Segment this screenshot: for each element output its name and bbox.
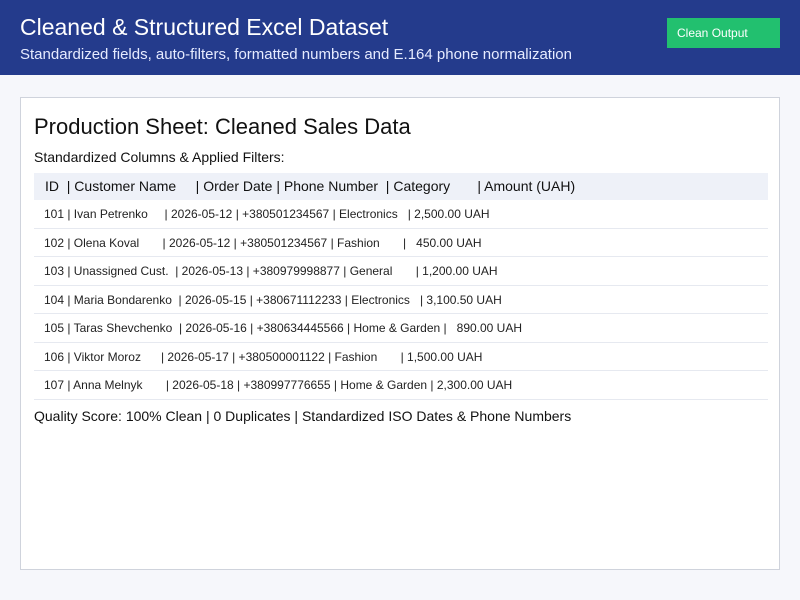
page-subtitle: Standardized fields, auto-filters, forma… (20, 46, 572, 63)
columns-caption: Standardized Columns & Applied Filters: (34, 149, 285, 165)
table-header-row: ID | Customer Name | Order Date | Phone … (34, 173, 768, 200)
table-row[interactable]: 103 | Unassigned Cust. | 2026-05-13 | +3… (34, 257, 768, 286)
table-row[interactable]: 107 | Anna Melnyk | 2026-05-18 | +380997… (34, 371, 768, 400)
data-table: ID | Customer Name | Order Date | Phone … (34, 173, 768, 400)
quality-summary: Quality Score: 100% Clean | 0 Duplicates… (34, 408, 572, 424)
clean-output-button[interactable]: Clean Output (667, 18, 780, 48)
table-row[interactable]: 102 | Olena Koval | 2026-05-12 | +380501… (34, 229, 768, 257)
table-row[interactable]: 105 | Taras Shevchenko | 2026-05-16 | +3… (34, 314, 768, 343)
table-row[interactable]: 104 | Maria Bondarenko | 2026-05-15 | +3… (34, 286, 768, 314)
page-title: Cleaned & Structured Excel Dataset (20, 14, 389, 40)
app-header: Cleaned & Structured Excel Dataset Stand… (0, 0, 800, 75)
table-row[interactable]: 106 | Viktor Moroz | 2026-05-17 | +38050… (34, 343, 768, 371)
sheet-card: Production Sheet: Cleaned Sales Data Sta… (20, 97, 780, 570)
sheet-title: Production Sheet: Cleaned Sales Data (34, 114, 411, 139)
table-row[interactable]: 101 | Ivan Petrenko | 2026-05-12 | +3805… (34, 200, 768, 229)
